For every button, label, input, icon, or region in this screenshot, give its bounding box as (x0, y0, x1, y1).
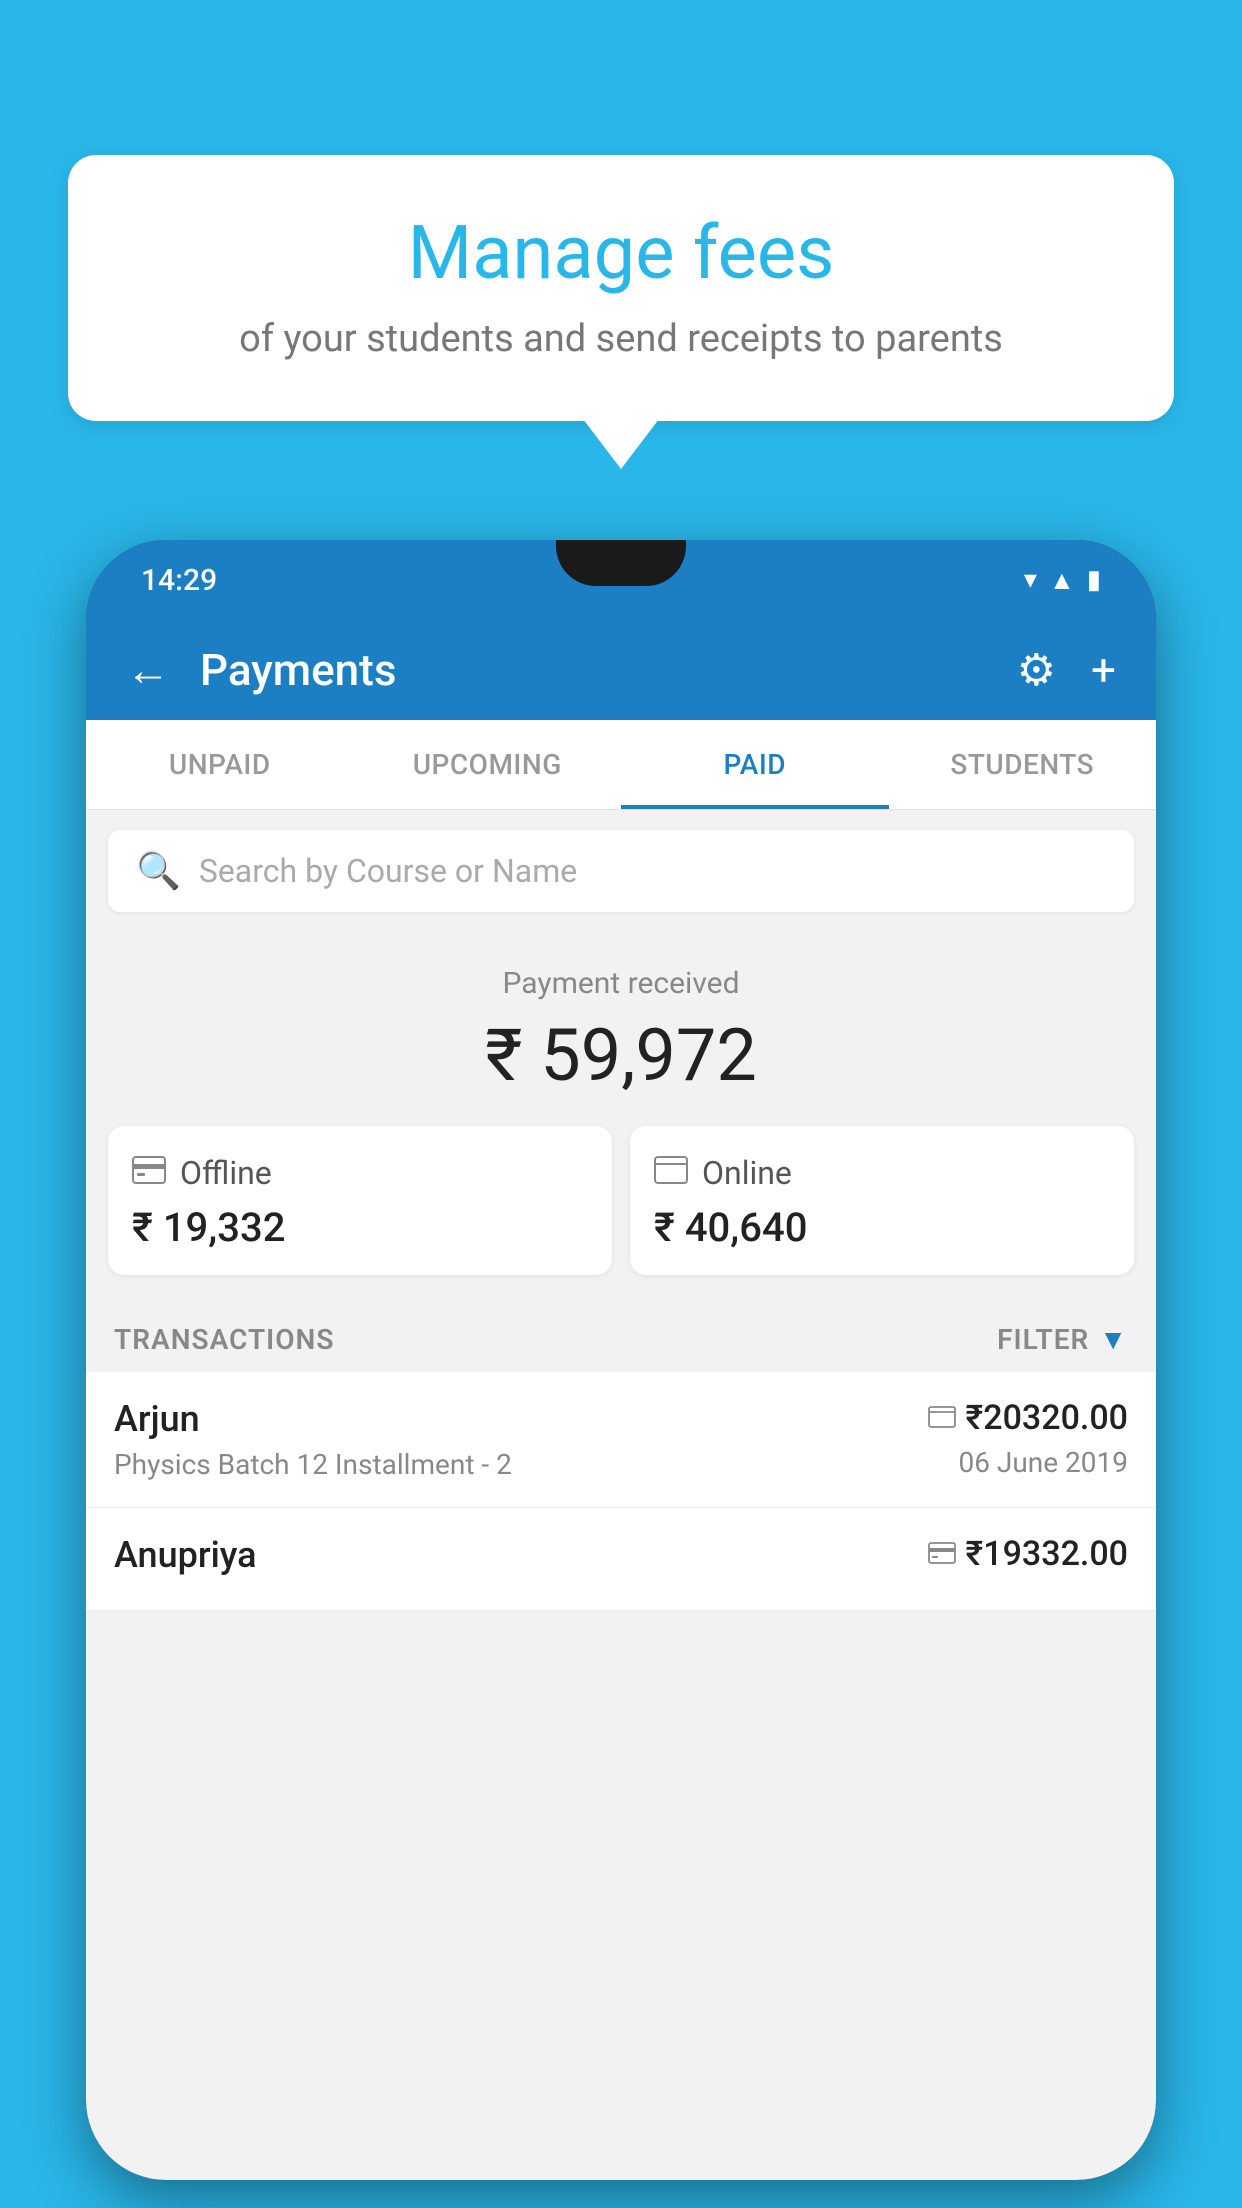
offline-card-header: Offline (132, 1154, 588, 1192)
header-icons: ⚙ + (1017, 644, 1116, 696)
filter-icon: ▼ (1099, 1323, 1128, 1356)
offline-icon (132, 1154, 166, 1192)
app-header: ← Payments ⚙ + (86, 620, 1156, 720)
bubble-subtitle: of your students and send receipts to pa… (128, 317, 1114, 361)
offline-card: Offline ₹ 19,332 (108, 1126, 612, 1275)
transaction-name: Arjun (114, 1398, 512, 1440)
tab-upcoming[interactable]: UPCOMING (354, 720, 622, 809)
search-input[interactable]: Search by Course or Name (199, 852, 1106, 890)
tabs-bar: UNPAID UPCOMING PAID STUDENTS (86, 720, 1156, 810)
transaction-name: Anupriya (114, 1534, 257, 1576)
filter-button[interactable]: FILTER ▼ (997, 1323, 1128, 1356)
tab-students[interactable]: STUDENTS (889, 720, 1157, 809)
payment-received-amount: ₹ 59,972 (106, 1013, 1136, 1098)
transaction-right: ₹20320.00 06 June 2019 (928, 1398, 1128, 1479)
online-card: Online ₹ 40,640 (630, 1126, 1134, 1275)
phone-screen: ← Payments ⚙ + UNPAID UPCOMING PAID STUD… (86, 620, 1156, 2180)
add-icon[interactable]: + (1091, 644, 1116, 696)
online-label: Online (702, 1154, 792, 1192)
transaction-left: Anupriya (114, 1534, 257, 1584)
status-bar: 14:29 ▾ ▲ ▮ (86, 540, 1156, 620)
search-icon: 🔍 (136, 850, 181, 892)
transactions-label: TRANSACTIONS (114, 1323, 334, 1356)
payment-received-label: Payment received (106, 966, 1136, 1001)
transaction-amount-row: ₹19332.00 (928, 1534, 1128, 1574)
tab-paid[interactable]: PAID (621, 720, 889, 809)
online-card-header: Online (654, 1154, 1110, 1192)
transaction-amount-row: ₹20320.00 (928, 1398, 1128, 1438)
battery-icon: ▮ (1087, 565, 1101, 595)
transaction-date: 06 June 2019 (928, 1446, 1128, 1479)
table-row[interactable]: Anupriya ₹19332.00 (86, 1508, 1156, 1611)
phone-frame: 14:29 ▾ ▲ ▮ ← Payments ⚙ + UNPAID UPCOMI… (86, 540, 1156, 2180)
filter-label: FILTER (997, 1323, 1089, 1356)
page-title: Payments (200, 644, 987, 696)
payment-received-section: Payment received ₹ 59,972 (86, 932, 1156, 1126)
transaction-left: Arjun Physics Batch 12 Installment - 2 (114, 1398, 512, 1481)
offline-payment-icon (928, 1538, 956, 1571)
bubble-title: Manage fees (128, 210, 1114, 297)
tab-unpaid[interactable]: UNPAID (86, 720, 354, 809)
payment-cards: Offline ₹ 19,332 Online ₹ 40,640 (86, 1126, 1156, 1303)
offline-label: Offline (180, 1154, 272, 1192)
status-icons: ▾ ▲ ▮ (1024, 565, 1101, 596)
online-amount: ₹ 40,640 (654, 1204, 1110, 1251)
search-bar[interactable]: 🔍 Search by Course or Name (108, 830, 1134, 912)
speech-bubble: Manage fees of your students and send re… (68, 155, 1174, 421)
wifi-icon: ▾ (1024, 565, 1037, 595)
offline-amount: ₹ 19,332 (132, 1204, 588, 1251)
signal-icon: ▲ (1049, 565, 1075, 596)
table-row[interactable]: Arjun Physics Batch 12 Installment - 2 ₹… (86, 1372, 1156, 1508)
online-icon (654, 1154, 688, 1192)
transaction-amount: ₹20320.00 (966, 1398, 1128, 1438)
status-time: 14:29 (141, 563, 217, 598)
transactions-header: TRANSACTIONS FILTER ▼ (86, 1303, 1156, 1372)
online-payment-icon (928, 1402, 956, 1435)
notch (556, 540, 686, 586)
settings-icon[interactable]: ⚙ (1017, 644, 1056, 696)
transaction-amount: ₹19332.00 (966, 1534, 1128, 1574)
transaction-right: ₹19332.00 (928, 1534, 1128, 1582)
back-button[interactable]: ← (126, 644, 170, 696)
transaction-detail: Physics Batch 12 Installment - 2 (114, 1448, 512, 1481)
